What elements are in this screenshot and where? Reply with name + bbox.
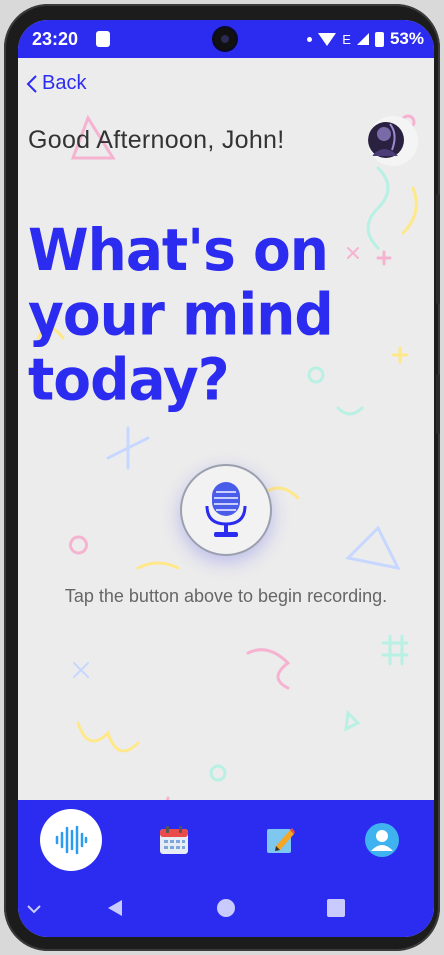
chevron-left-icon (26, 74, 37, 93)
status-bar: 23:20 E 53% (18, 20, 434, 58)
network-type: E (342, 31, 351, 47)
battery-icon (374, 31, 384, 47)
back-label: Back (42, 72, 87, 94)
record-button[interactable] (180, 464, 272, 556)
microphone-icon (205, 482, 247, 537)
front-camera (214, 28, 236, 50)
calendar-icon (160, 826, 188, 854)
note-pencil-icon (267, 828, 295, 853)
tab-active-indicator (40, 809, 102, 871)
avatar-image (368, 116, 418, 166)
status-indicators: E 53% (307, 29, 424, 49)
signal-icon (356, 33, 369, 45)
headline: What's on your mind today? (28, 215, 334, 414)
chevron-down-icon[interactable] (26, 904, 42, 914)
helper-text: Tap the button above to begin recording. (64, 586, 388, 606)
system-navigation-bar (18, 880, 434, 937)
power-button (436, 374, 440, 434)
screen: 23:20 E 53% Back Good Afternoon, John! W… (18, 20, 434, 937)
profile-icon (365, 823, 399, 857)
tab-profile[interactable] (342, 800, 422, 880)
home-circle-icon[interactable] (216, 898, 236, 918)
tab-calendar[interactable] (134, 800, 214, 880)
recents-square-icon[interactable] (326, 898, 346, 918)
volume-button (436, 194, 440, 304)
dot-icon (307, 36, 313, 42)
avatar[interactable] (368, 116, 418, 166)
tab-record[interactable] (31, 800, 111, 880)
background-doodles (36, 114, 418, 825)
status-time: 23:20 (32, 29, 79, 49)
bottom-tab-bar (18, 800, 434, 880)
greeting: Good Afternoon, John! (28, 126, 285, 154)
wifi-icon (318, 32, 337, 46)
phone-frame: 23:20 E 53% Back Good Afternoon, John! W… (4, 4, 440, 951)
back-button[interactable]: Back (26, 72, 86, 95)
soundwave-icon (55, 825, 88, 855)
notification-icon (96, 31, 110, 47)
back-triangle-icon[interactable] (106, 898, 124, 918)
battery-percent: 53% (389, 29, 424, 48)
tab-notes[interactable] (240, 800, 320, 880)
